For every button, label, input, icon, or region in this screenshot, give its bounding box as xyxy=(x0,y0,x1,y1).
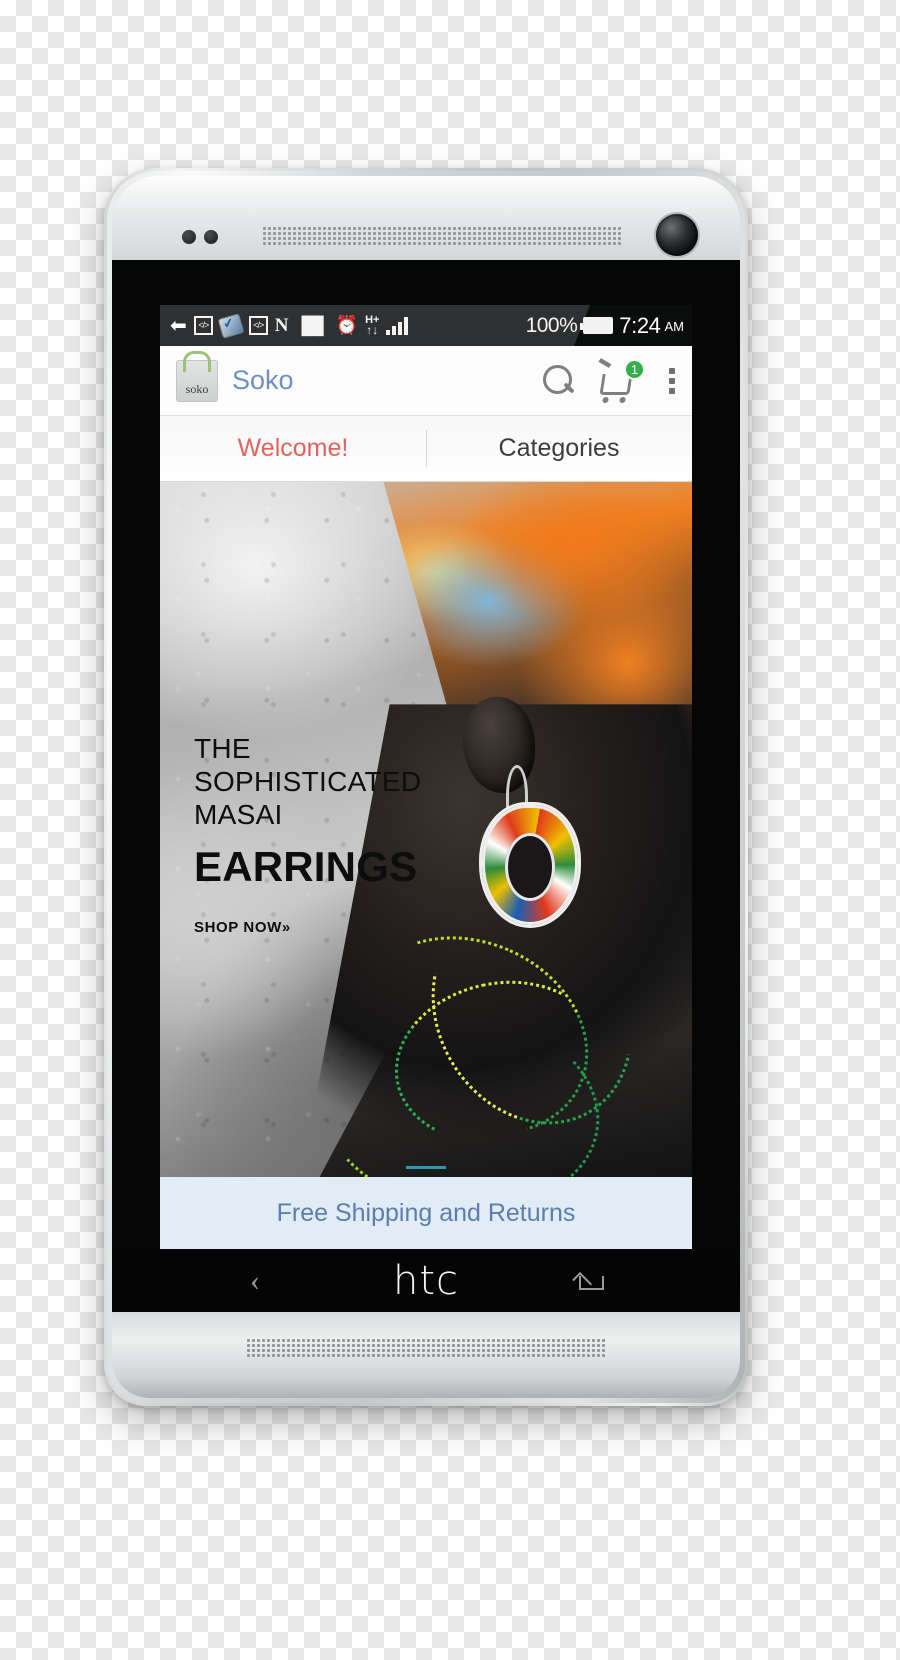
shopping-cart-button[interactable]: 1 xyxy=(599,358,645,398)
android-status-bar: ⬅ </> </> N ▐█▌ ⏰ H+↑↓ 100% 7:24 AM xyxy=(160,305,692,346)
arrow-plus-icon: ⬅ xyxy=(170,314,187,337)
soko-logo-label: soko xyxy=(185,381,209,396)
shop-now-link[interactable]: SHOP NOW» xyxy=(194,919,421,936)
phone-bottom-bezel xyxy=(112,1312,740,1398)
app-title: Soko xyxy=(232,365,294,395)
proximity-sensor-icon xyxy=(182,230,228,244)
cart-badge-count: 1 xyxy=(624,358,645,380)
earring-center-hole xyxy=(504,833,555,902)
carousel-indicator[interactable] xyxy=(406,1166,446,1169)
code-tag-icon-2: </> xyxy=(248,315,268,337)
code-tag-icon: </> xyxy=(193,315,213,337)
app-bar-actions: 1 xyxy=(543,358,676,398)
app-action-bar: soko Soko 1 xyxy=(160,346,692,416)
free-shipping-banner[interactable]: Free Shipping and Returns xyxy=(160,1177,692,1249)
battery-percent-label: 100% xyxy=(525,313,578,337)
hero-headline: EARRINGS xyxy=(194,843,418,891)
signal-bars-icon xyxy=(386,315,409,337)
overflow-menu-icon[interactable] xyxy=(669,367,676,394)
status-bar-clock: 7:24 xyxy=(619,312,661,338)
phone-top-bezel xyxy=(112,176,740,264)
hsdpa-plus-icon: H+ ↑↓ xyxy=(365,314,380,337)
search-icon[interactable] xyxy=(543,364,575,397)
status-bar-left-icons: ⬅ </> </> N ▐█▌ ⏰ H+↑↓ xyxy=(170,312,409,339)
tab-categories[interactable]: Categories xyxy=(426,416,692,481)
hero-line-2: SOPHISTICATED xyxy=(194,766,422,798)
vibrate-icon: ▐█▌ xyxy=(295,315,330,335)
device-navigation-bar: ‹ htc xyxy=(112,1249,740,1312)
htc-brand-logo: htc xyxy=(392,1257,460,1304)
hero-copy-block: THE SOPHISTICATED MASAI EARRINGS SHOP NO… xyxy=(194,732,421,936)
hero-line-1: THE xyxy=(194,733,251,764)
battery-icon xyxy=(580,317,614,334)
tab-bar: Welcome! Categories xyxy=(160,416,692,482)
carousel-dot-active[interactable] xyxy=(406,1166,446,1169)
home-icon[interactable] xyxy=(579,1272,604,1290)
tab-welcome[interactable]: Welcome! xyxy=(160,416,426,481)
earpiece-speaker-grill xyxy=(262,226,622,247)
bottom-speaker-grill xyxy=(246,1338,606,1359)
alarm-icon: ⏰ xyxy=(335,315,359,335)
soko-bag-logo-icon: soko xyxy=(176,359,218,402)
hero-line-3: MASAI xyxy=(194,799,283,831)
phone-screen: ⬅ </> </> N ▐█▌ ⏰ H+↑↓ 100% 7:24 AM xyxy=(160,305,692,1249)
status-bar-ampm: AM xyxy=(664,318,685,334)
battery-saver-icon xyxy=(217,312,245,339)
nfc-icon: N xyxy=(274,314,289,336)
phone-device: ⬅ </> </> N ▐█▌ ⏰ H+↑↓ 100% 7:24 AM xyxy=(104,168,748,1406)
back-chevron-icon[interactable]: ‹ xyxy=(250,1265,260,1296)
status-bar-right-info: 100% 7:24 AM xyxy=(526,313,684,339)
front-camera-icon xyxy=(656,214,698,256)
hero-banner[interactable]: THE SOPHISTICATED MASAI EARRINGS SHOP NO… xyxy=(160,482,692,1177)
